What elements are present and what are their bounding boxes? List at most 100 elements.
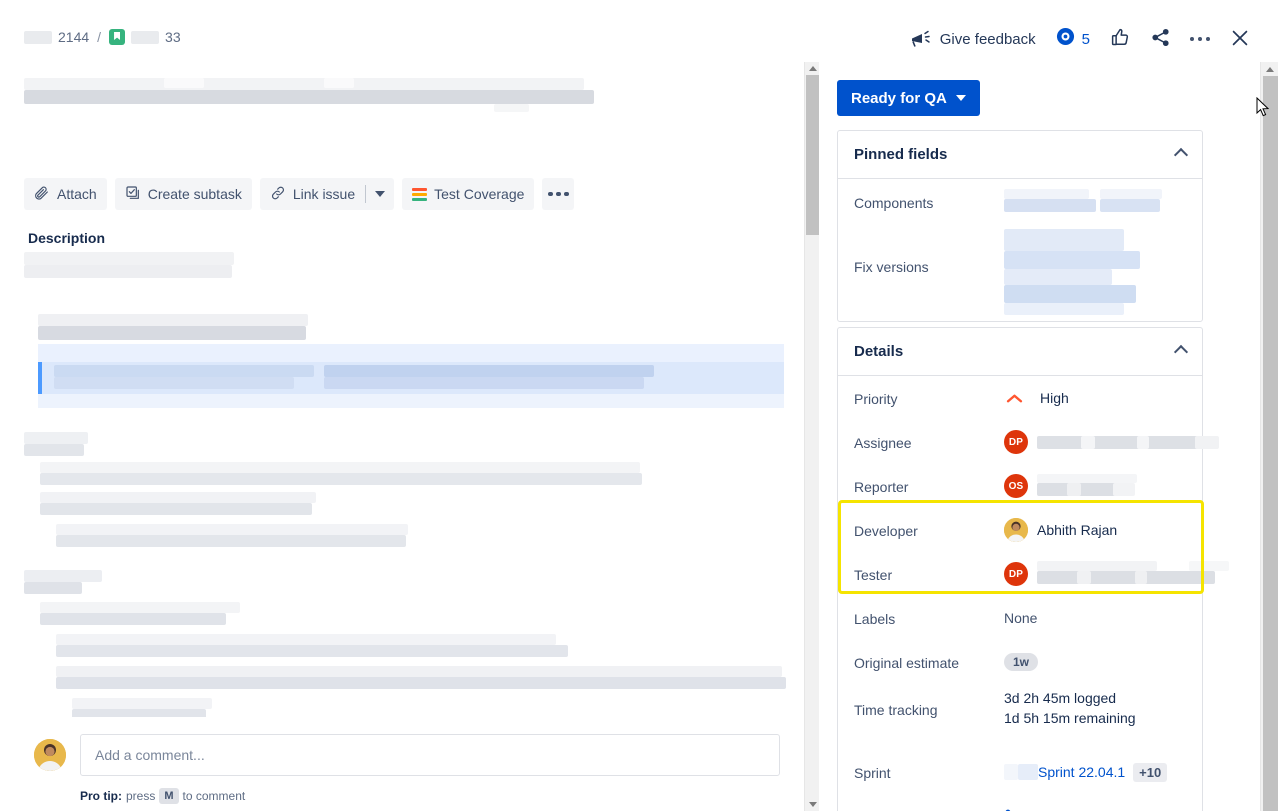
watch-button[interactable]: 5 xyxy=(1046,20,1100,58)
field-fix-versions: Fix versions xyxy=(838,225,1202,321)
issue-toolbar: Attach Create subtask xyxy=(24,178,574,210)
add-comment-input[interactable]: Add a comment... xyxy=(80,734,780,776)
link-issue-label: Link issue xyxy=(293,186,355,202)
description-body-redacted[interactable] xyxy=(24,252,784,772)
issue-scroll-area: Attach Create subtask xyxy=(0,62,796,717)
link-issue-split-button: Link issue xyxy=(260,178,394,210)
breadcrumb-project-redacted xyxy=(24,31,52,44)
field-value[interactable]: 3d 2h 45m logged 1d 5h 15m remaining xyxy=(1004,684,1186,728)
field-value[interactable]: DP xyxy=(1004,430,1227,454)
more-actions-button[interactable] xyxy=(1180,20,1220,58)
attach-label: Attach xyxy=(57,186,97,202)
create-subtask-label: Create subtask xyxy=(148,186,242,202)
field-label: Developer xyxy=(854,521,1004,539)
share-icon xyxy=(1150,27,1171,51)
time-remaining: 1d 5h 15m remaining xyxy=(1004,708,1186,728)
field-assignee: Assignee DP xyxy=(838,420,1202,464)
paperclip-icon xyxy=(34,185,50,204)
link-issue-button[interactable]: Link issue xyxy=(260,178,365,210)
close-button[interactable] xyxy=(1220,20,1260,58)
field-label: Priority xyxy=(854,389,1004,407)
content-scrollbar[interactable] xyxy=(804,62,819,811)
issue-summary-redacted[interactable] xyxy=(24,78,594,108)
field-reporter: Reporter OS xyxy=(838,464,1202,508)
field-value-redacted[interactable] xyxy=(1004,225,1186,321)
details-title: Details xyxy=(854,343,903,360)
sidebar-scrollbar[interactable] xyxy=(1260,62,1278,811)
field-value[interactable]: OS xyxy=(1004,474,1227,498)
share-button[interactable] xyxy=(1140,20,1180,58)
field-value[interactable]: Sprint 22.04.1 +10 xyxy=(1004,763,1186,782)
test-coverage-button[interactable]: Test Coverage xyxy=(402,178,534,210)
status-label: Ready for QA xyxy=(851,90,947,107)
watch-count: 5 xyxy=(1082,31,1090,48)
avatar: DP xyxy=(1004,430,1028,454)
chevron-up-icon[interactable] xyxy=(1174,344,1188,358)
field-label: Reporter xyxy=(854,477,1004,495)
field-label: Assignee xyxy=(854,433,1004,451)
avatar: DP xyxy=(1004,562,1028,586)
field-value[interactable]: 1w xyxy=(1004,653,1186,671)
scroll-down-arrow[interactable] xyxy=(805,798,820,811)
pro-tip-press: press xyxy=(126,789,155,803)
developer-name: Abhith Rajan xyxy=(1037,522,1117,538)
field-label: Fix versions xyxy=(854,225,1004,275)
pro-tip-prefix: Pro tip: xyxy=(80,789,122,803)
sprint-value[interactable]: Sprint 22.04.1 xyxy=(1038,764,1125,780)
breadcrumb-child-number[interactable]: 33 xyxy=(165,29,181,45)
pinned-fields-card: Pinned fields Components Fix versions xyxy=(837,130,1203,322)
status-button[interactable]: Ready for QA xyxy=(837,80,980,116)
breadcrumb-separator: / xyxy=(95,29,103,45)
field-label: Sprint xyxy=(854,763,1004,781)
field-value[interactable]: DP xyxy=(1004,561,1227,587)
create-subtask-button[interactable]: Create subtask xyxy=(115,178,252,210)
content-scrollbar-thumb[interactable] xyxy=(806,75,819,235)
chevron-down-icon xyxy=(956,95,966,101)
story-icon xyxy=(109,29,125,45)
sprint-overflow-count[interactable]: +10 xyxy=(1133,763,1167,782)
top-bar: 2144 / 33 Give feedback xyxy=(0,0,1278,62)
chevron-down-icon xyxy=(375,191,385,197)
scroll-up-arrow[interactable] xyxy=(1261,62,1278,76)
issue-content-pane: Attach Create subtask xyxy=(0,62,796,811)
thumbs-up-icon xyxy=(1110,27,1131,51)
sidebar-scrollbar-thumb[interactable] xyxy=(1263,76,1278,811)
field-components: Components xyxy=(838,179,1202,225)
eye-icon xyxy=(1056,27,1075,51)
field-value-redacted[interactable] xyxy=(1004,187,1186,217)
link-issue-dropdown[interactable] xyxy=(366,178,394,210)
tester-name-redacted xyxy=(1037,561,1227,587)
field-development: Development Create Branch xyxy=(838,798,1202,811)
sprint-prefix-redacted xyxy=(1004,763,1038,781)
coverage-bars-icon xyxy=(412,188,427,201)
vote-button[interactable] xyxy=(1100,20,1140,58)
give-feedback-label: Give feedback xyxy=(940,31,1036,48)
field-labels: Labels None xyxy=(838,596,1202,640)
field-tester: Tester DP xyxy=(838,552,1202,596)
field-value[interactable]: None xyxy=(1004,610,1186,626)
field-label: Components xyxy=(854,193,1004,211)
avatar xyxy=(1004,518,1028,542)
checkbox-icon xyxy=(125,185,141,204)
field-priority: Priority High xyxy=(838,376,1202,420)
field-value[interactable]: High xyxy=(1004,390,1186,406)
priority-value: High xyxy=(1040,390,1069,406)
breadcrumb-issue-number[interactable]: 2144 xyxy=(58,29,89,45)
reporter-name-redacted xyxy=(1037,474,1227,498)
avatar xyxy=(34,739,66,771)
pinned-fields-header[interactable]: Pinned fields xyxy=(838,131,1202,179)
details-header[interactable]: Details xyxy=(838,328,1202,376)
breadcrumb: 2144 / 33 xyxy=(24,29,181,45)
attach-button[interactable]: Attach xyxy=(24,178,107,210)
give-feedback-button[interactable]: Give feedback xyxy=(900,20,1046,58)
chevron-up-icon[interactable] xyxy=(1174,147,1188,161)
toolbar-more-button[interactable] xyxy=(542,178,574,210)
pinned-fields-title: Pinned fields xyxy=(854,146,947,163)
breadcrumb-child-redacted xyxy=(131,31,159,44)
field-value[interactable]: Abhith Rajan xyxy=(1004,518,1186,542)
estimate-lozenge: 1w xyxy=(1004,653,1038,671)
scroll-up-arrow[interactable] xyxy=(805,62,820,75)
labels-value: None xyxy=(1004,610,1037,626)
field-time-tracking: Time tracking 3d 2h 45m logged 1d 5h 15m… xyxy=(838,684,1202,746)
field-label: Original estimate xyxy=(854,653,1004,671)
